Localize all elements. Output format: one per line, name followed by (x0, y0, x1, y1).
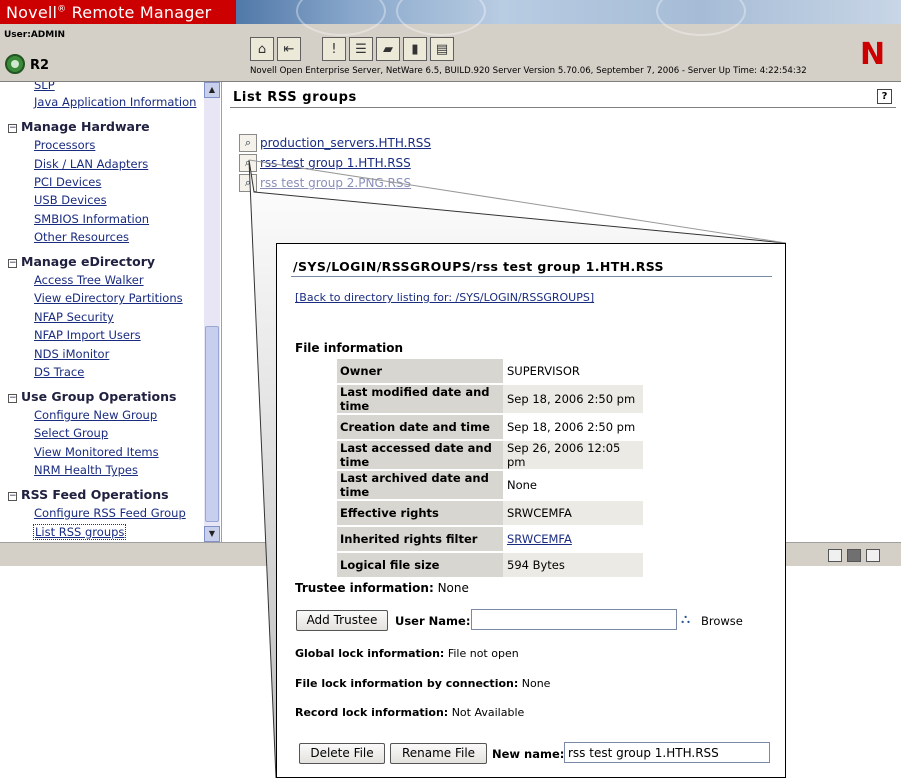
delete-file-button[interactable]: Delete File (299, 743, 385, 764)
add-trustee-button[interactable]: Add Trustee (296, 610, 388, 631)
global-lock-info: Global lock information: File not open (295, 647, 519, 660)
file-path-title: /SYS/LOGIN/RSSGROUPS/rss test group 1.HT… (293, 259, 664, 274)
table-row: Last accessed date and time Sep 26, 2006 … (337, 441, 643, 469)
inherited-rights-link[interactable]: SRWCEMFA (503, 527, 643, 551)
table-row: Inherited rights filter SRWCEMFA (337, 527, 643, 551)
table-row: Creation date and time Sep 18, 2006 2:50 … (337, 415, 643, 439)
table-row: Owner SUPERVISOR (337, 359, 643, 383)
table-row: Last modified date and time Sep 18, 2006 … (337, 385, 643, 413)
browse-link[interactable]: Browse (701, 614, 743, 628)
back-to-directory-link[interactable]: [Back to directory listing for: /SYS/LOG… (295, 291, 594, 304)
new-name-label: New name: (492, 747, 565, 761)
rename-file-button[interactable]: Rename File (390, 743, 487, 764)
file-info-table: Owner SUPERVISOR Last modified date and t… (337, 357, 643, 579)
file-detail-panel: /SYS/LOGIN/RSSGROUPS/rss test group 1.HT… (276, 243, 786, 778)
user-name-label: User Name: (395, 614, 471, 628)
table-row: Logical file size 594 Bytes (337, 553, 643, 577)
new-name-input[interactable] (564, 742, 770, 763)
table-row: Last archived date and time None (337, 471, 643, 499)
user-name-input[interactable] (471, 609, 677, 630)
trustee-info: Trustee information: None (295, 581, 469, 595)
table-row: Effective rights SRWCEMFA (337, 501, 643, 525)
file-lock-info: File lock information by connection: Non… (295, 677, 551, 690)
record-lock-info: Record lock information: Not Available (295, 706, 525, 719)
tree-browse-icon[interactable]: ⛬ (681, 612, 690, 627)
file-info-title: File information (295, 341, 404, 355)
